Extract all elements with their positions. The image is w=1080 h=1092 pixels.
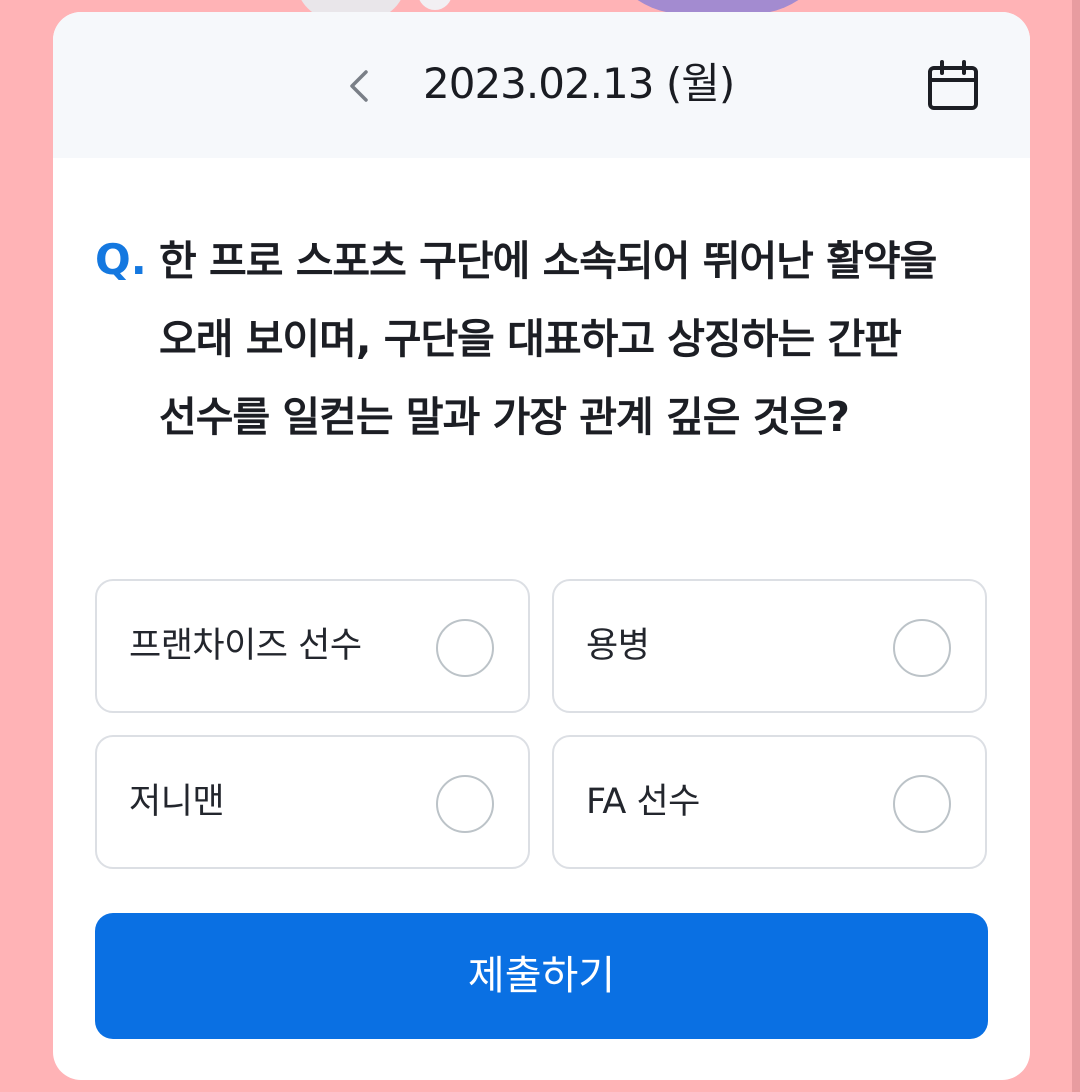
answer-option-1[interactable]: 프랜차이즈 선수: [95, 579, 530, 713]
quiz-card: 2023.02.13 (월) Q. 한 프로 스포츠 구단에 소속되어 뛰어난 …: [53, 12, 1030, 1080]
submit-button[interactable]: 제출하기: [95, 913, 988, 1039]
answer-option-label: FA 선수: [586, 782, 700, 822]
radio-button[interactable]: [436, 775, 494, 833]
answer-option-2[interactable]: 용병: [552, 579, 987, 713]
decorative-character-left-detail: [418, 0, 452, 10]
answer-option-label: 저니맨: [129, 782, 225, 822]
radio-button[interactable]: [436, 619, 494, 677]
current-date: 2023.02.13 (월): [423, 59, 735, 108]
date-header: 2023.02.13 (월): [53, 12, 1030, 158]
radio-button[interactable]: [893, 619, 951, 677]
answer-option-4[interactable]: FA 선수: [552, 735, 987, 869]
app-screen: 2023.02.13 (월) Q. 한 프로 스포츠 구단에 소속되어 뛰어난 …: [0, 0, 1080, 1092]
calendar-button[interactable]: [923, 56, 983, 116]
page-edge: [1072, 0, 1080, 1092]
calendar-icon: [928, 60, 978, 110]
chevron-left-icon: [350, 70, 368, 102]
answer-option-3[interactable]: 저니맨: [95, 735, 530, 869]
previous-date-button[interactable]: [335, 58, 383, 114]
answer-option-label: 프랜차이즈 선수: [129, 626, 362, 666]
answer-option-label: 용병: [586, 626, 650, 666]
question-text: 한 프로 스포츠 구단에 소속되어 뛰어난 활약을 오래 보이며, 구단을 대표…: [159, 237, 937, 441]
question-prefix: Q.: [95, 235, 147, 284]
radio-button[interactable]: [893, 775, 951, 833]
